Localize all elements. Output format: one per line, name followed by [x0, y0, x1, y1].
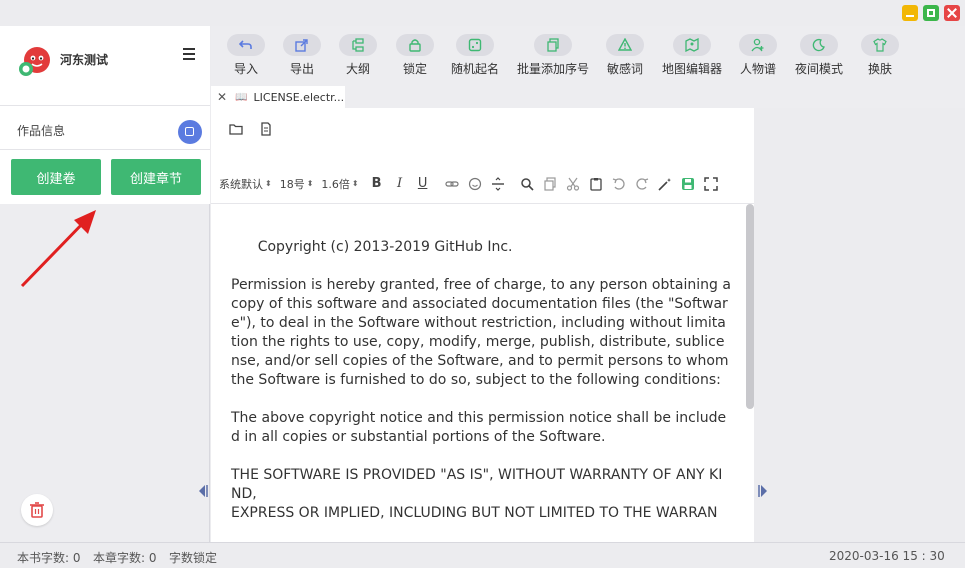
lock-button[interactable]: 锁定: [396, 34, 434, 77]
tab-bar: ✕ 📖 LICENSE.electr...: [211, 82, 965, 108]
collapse-left-icon[interactable]: [198, 484, 208, 498]
book-icon: 📖: [235, 91, 248, 103]
night-mode-button[interactable]: 夜间模式: [793, 34, 845, 77]
file-actions: [229, 122, 273, 136]
search-icon[interactable]: [519, 176, 535, 192]
close-window-button[interactable]: [944, 5, 960, 21]
warning-icon: [606, 34, 644, 56]
shirt-icon: [861, 34, 899, 56]
save-icon[interactable]: [680, 176, 696, 192]
document-icon[interactable]: [259, 122, 273, 136]
format-toolbar: 系统默认 ⬍ 18号 ⬍ 1.6倍 ⬍ B I U: [211, 164, 754, 204]
edit-work-info-button[interactable]: [178, 120, 202, 144]
font-family-select[interactable]: 系统默认 ⬍: [217, 173, 274, 195]
magic-wand-icon[interactable]: [657, 176, 673, 192]
lock-icon: [396, 34, 434, 56]
export-button[interactable]: 导出: [283, 34, 321, 77]
outline-label: 大纲: [345, 62, 370, 76]
chevron-up-down-icon: ⬍: [306, 179, 314, 188]
create-chapter-button[interactable]: 创建章节: [111, 159, 201, 195]
chevron-up-down-icon: ⬍: [351, 179, 359, 188]
collapse-right-icon[interactable]: [758, 484, 768, 498]
close-tab-icon[interactable]: ✕: [217, 90, 227, 104]
editor-scrollbar[interactable]: [746, 204, 754, 409]
split-line-icon[interactable]: [490, 176, 506, 192]
hamburger-menu-icon[interactable]: [183, 48, 197, 62]
lock-label: 锁定: [402, 62, 427, 76]
font-family-value: 系统默认: [219, 177, 263, 191]
copy-icon[interactable]: [542, 176, 558, 192]
bold-icon[interactable]: B: [369, 176, 385, 192]
folder-icon[interactable]: [229, 122, 243, 136]
status-bar: 本书字数: 0 本章字数: 0 字数锁定 2020-03-16 15 : 30: [0, 542, 965, 568]
outline-button[interactable]: 大纲: [339, 34, 377, 77]
import-button[interactable]: 导入: [227, 34, 265, 77]
import-label: 导入: [233, 62, 258, 76]
create-volume-button[interactable]: 创建卷: [11, 159, 101, 195]
app-logo-icon: [19, 47, 50, 76]
cut-icon[interactable]: [565, 176, 581, 192]
divider: [0, 149, 210, 150]
annotation-arrow-icon: [20, 210, 96, 288]
copy-icon: [534, 34, 572, 56]
random-name-label: 随机起名: [450, 62, 499, 76]
document-content[interactable]: Copyright (c) 2013-2019 GitHub Inc. Perm…: [231, 238, 731, 523]
title-bar: [0, 0, 965, 26]
sensitive-words-label: 敏感词: [606, 62, 643, 76]
random-name-button[interactable]: 随机起名: [450, 34, 500, 77]
export-label: 导出: [289, 62, 314, 76]
trash-button[interactable]: [21, 494, 53, 526]
divider: [0, 105, 210, 106]
map-editor-label: 地图编辑器: [661, 62, 722, 76]
sidebar-header: 河东测试 作品信息 创建卷 创建章节: [0, 26, 210, 204]
character-chart-label: 人物谱: [739, 62, 776, 76]
batch-number-button[interactable]: 批量添加序号: [515, 34, 591, 77]
minimize-button[interactable]: [902, 5, 918, 21]
chapter-word-count: 本章字数: 0: [93, 551, 157, 565]
fullscreen-icon[interactable]: [703, 176, 719, 192]
link-icon[interactable]: [444, 176, 460, 192]
outline-icon: [339, 34, 377, 56]
character-chart-button[interactable]: 人物谱: [739, 34, 777, 77]
line-height-select[interactable]: 1.6倍 ⬍: [319, 173, 360, 195]
person-add-icon: [739, 34, 777, 56]
work-info-label: 作品信息: [17, 124, 66, 138]
font-size-select[interactable]: 18号 ⬍: [278, 173, 316, 195]
dice-icon: [456, 34, 494, 56]
book-word-count: 本书字数: 0: [17, 551, 81, 565]
skin-label: 换肤: [867, 62, 892, 76]
map-editor-button[interactable]: 地图编辑器: [660, 34, 724, 77]
undo-icon[interactable]: [611, 176, 627, 192]
batch-number-label: 批量添加序号: [516, 62, 589, 76]
sidebar: 河东测试 作品信息 创建卷 创建章节: [0, 26, 210, 542]
font-size-value: 18号: [279, 177, 305, 191]
tab-title: LICENSE.electr...: [253, 90, 345, 104]
main-toolbar: 导入 导出 大纲 锁定 随机起名 批量添加序号 敏感词 地图编辑器 人物谱 夜间…: [211, 26, 965, 82]
trash-icon: [30, 502, 44, 518]
editor: 系统默认 ⬍ 18号 ⬍ 1.6倍 ⬍ B I U Copyright (c) …: [211, 108, 754, 542]
redo-icon[interactable]: [634, 176, 650, 192]
document-tab[interactable]: ✕ 📖 LICENSE.electr...: [211, 86, 345, 108]
maximize-button[interactable]: [923, 5, 939, 21]
app-name: 河东测试: [60, 53, 109, 67]
night-mode-label: 夜间模式: [794, 62, 843, 76]
map-icon: [673, 34, 711, 56]
right-panel: [754, 108, 965, 542]
italic-icon[interactable]: I: [392, 176, 408, 192]
import-icon: [227, 34, 265, 56]
sensitive-words-button[interactable]: 敏感词: [606, 34, 644, 77]
emoji-icon[interactable]: [467, 176, 483, 192]
underline-icon[interactable]: U: [415, 176, 431, 192]
moon-icon: [800, 34, 838, 56]
chevron-up-down-icon: ⬍: [265, 179, 272, 188]
export-icon: [283, 34, 321, 56]
skin-button[interactable]: 换肤: [861, 34, 899, 77]
line-height-value: 1.6倍: [321, 177, 350, 191]
word-count-lock[interactable]: 字数锁定: [169, 549, 217, 566]
datetime: 2020-03-16 15 : 30: [829, 549, 945, 563]
paste-icon[interactable]: [588, 176, 604, 192]
